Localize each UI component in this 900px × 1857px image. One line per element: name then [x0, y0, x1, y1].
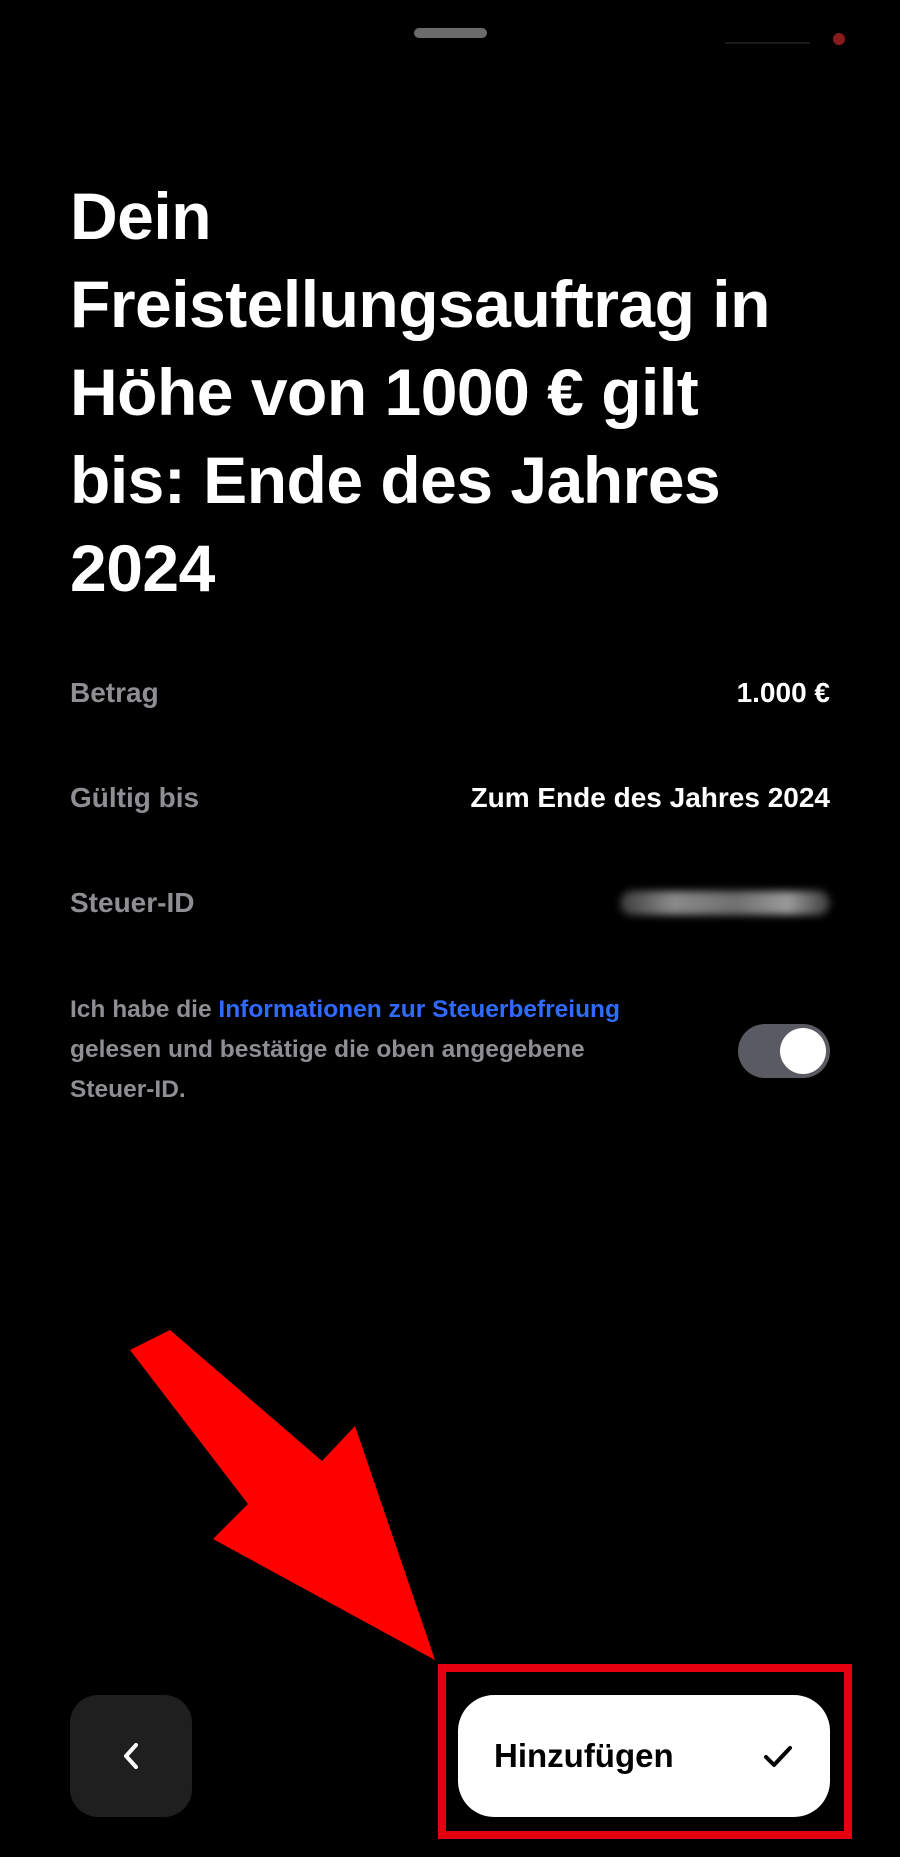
tax-id-row: Steuer-ID	[70, 873, 830, 933]
valid-until-value: Zum Ende des Jahres 2024	[470, 782, 830, 813]
tax-id-value-redacted	[620, 891, 830, 915]
tax-exemption-info-link[interactable]: Informationen zur Steuerbefreiung	[218, 996, 620, 1023]
consent-toggle[interactable]	[738, 1024, 830, 1078]
status-bar-indicator	[725, 42, 810, 44]
checkmark-icon	[764, 1746, 792, 1767]
recording-indicator-dot	[833, 33, 845, 45]
add-button[interactable]: Hinzufügen	[458, 1695, 830, 1817]
valid-until-row: Gültig bis Zum Ende des Jahres 2024	[70, 768, 830, 828]
consent-prefix: Ich habe die	[70, 996, 219, 1023]
amount-row: Betrag 1.000 €	[70, 663, 830, 723]
sheet-grabber[interactable]	[414, 28, 487, 38]
back-button[interactable]	[70, 1695, 192, 1817]
consent-suffix: gelesen und bestätige die oben angegeben…	[70, 1036, 585, 1103]
toggle-knob	[780, 1028, 826, 1074]
consent-text: Ich habe die Informationen zur Steuerbef…	[70, 990, 660, 1110]
page-title: Dein Freistellungsauftrag in Höhe von 10…	[70, 179, 770, 605]
tax-id-label: Steuer-ID	[70, 887, 195, 918]
amount-label: Betrag	[70, 677, 159, 708]
annotation-arrow-shape	[130, 1330, 435, 1660]
add-button-label: Hinzufügen	[494, 1737, 674, 1774]
valid-until-label: Gültig bis	[70, 782, 200, 813]
amount-value: 1.000 €	[736, 677, 830, 708]
chevron-left-icon	[124, 1743, 138, 1769]
